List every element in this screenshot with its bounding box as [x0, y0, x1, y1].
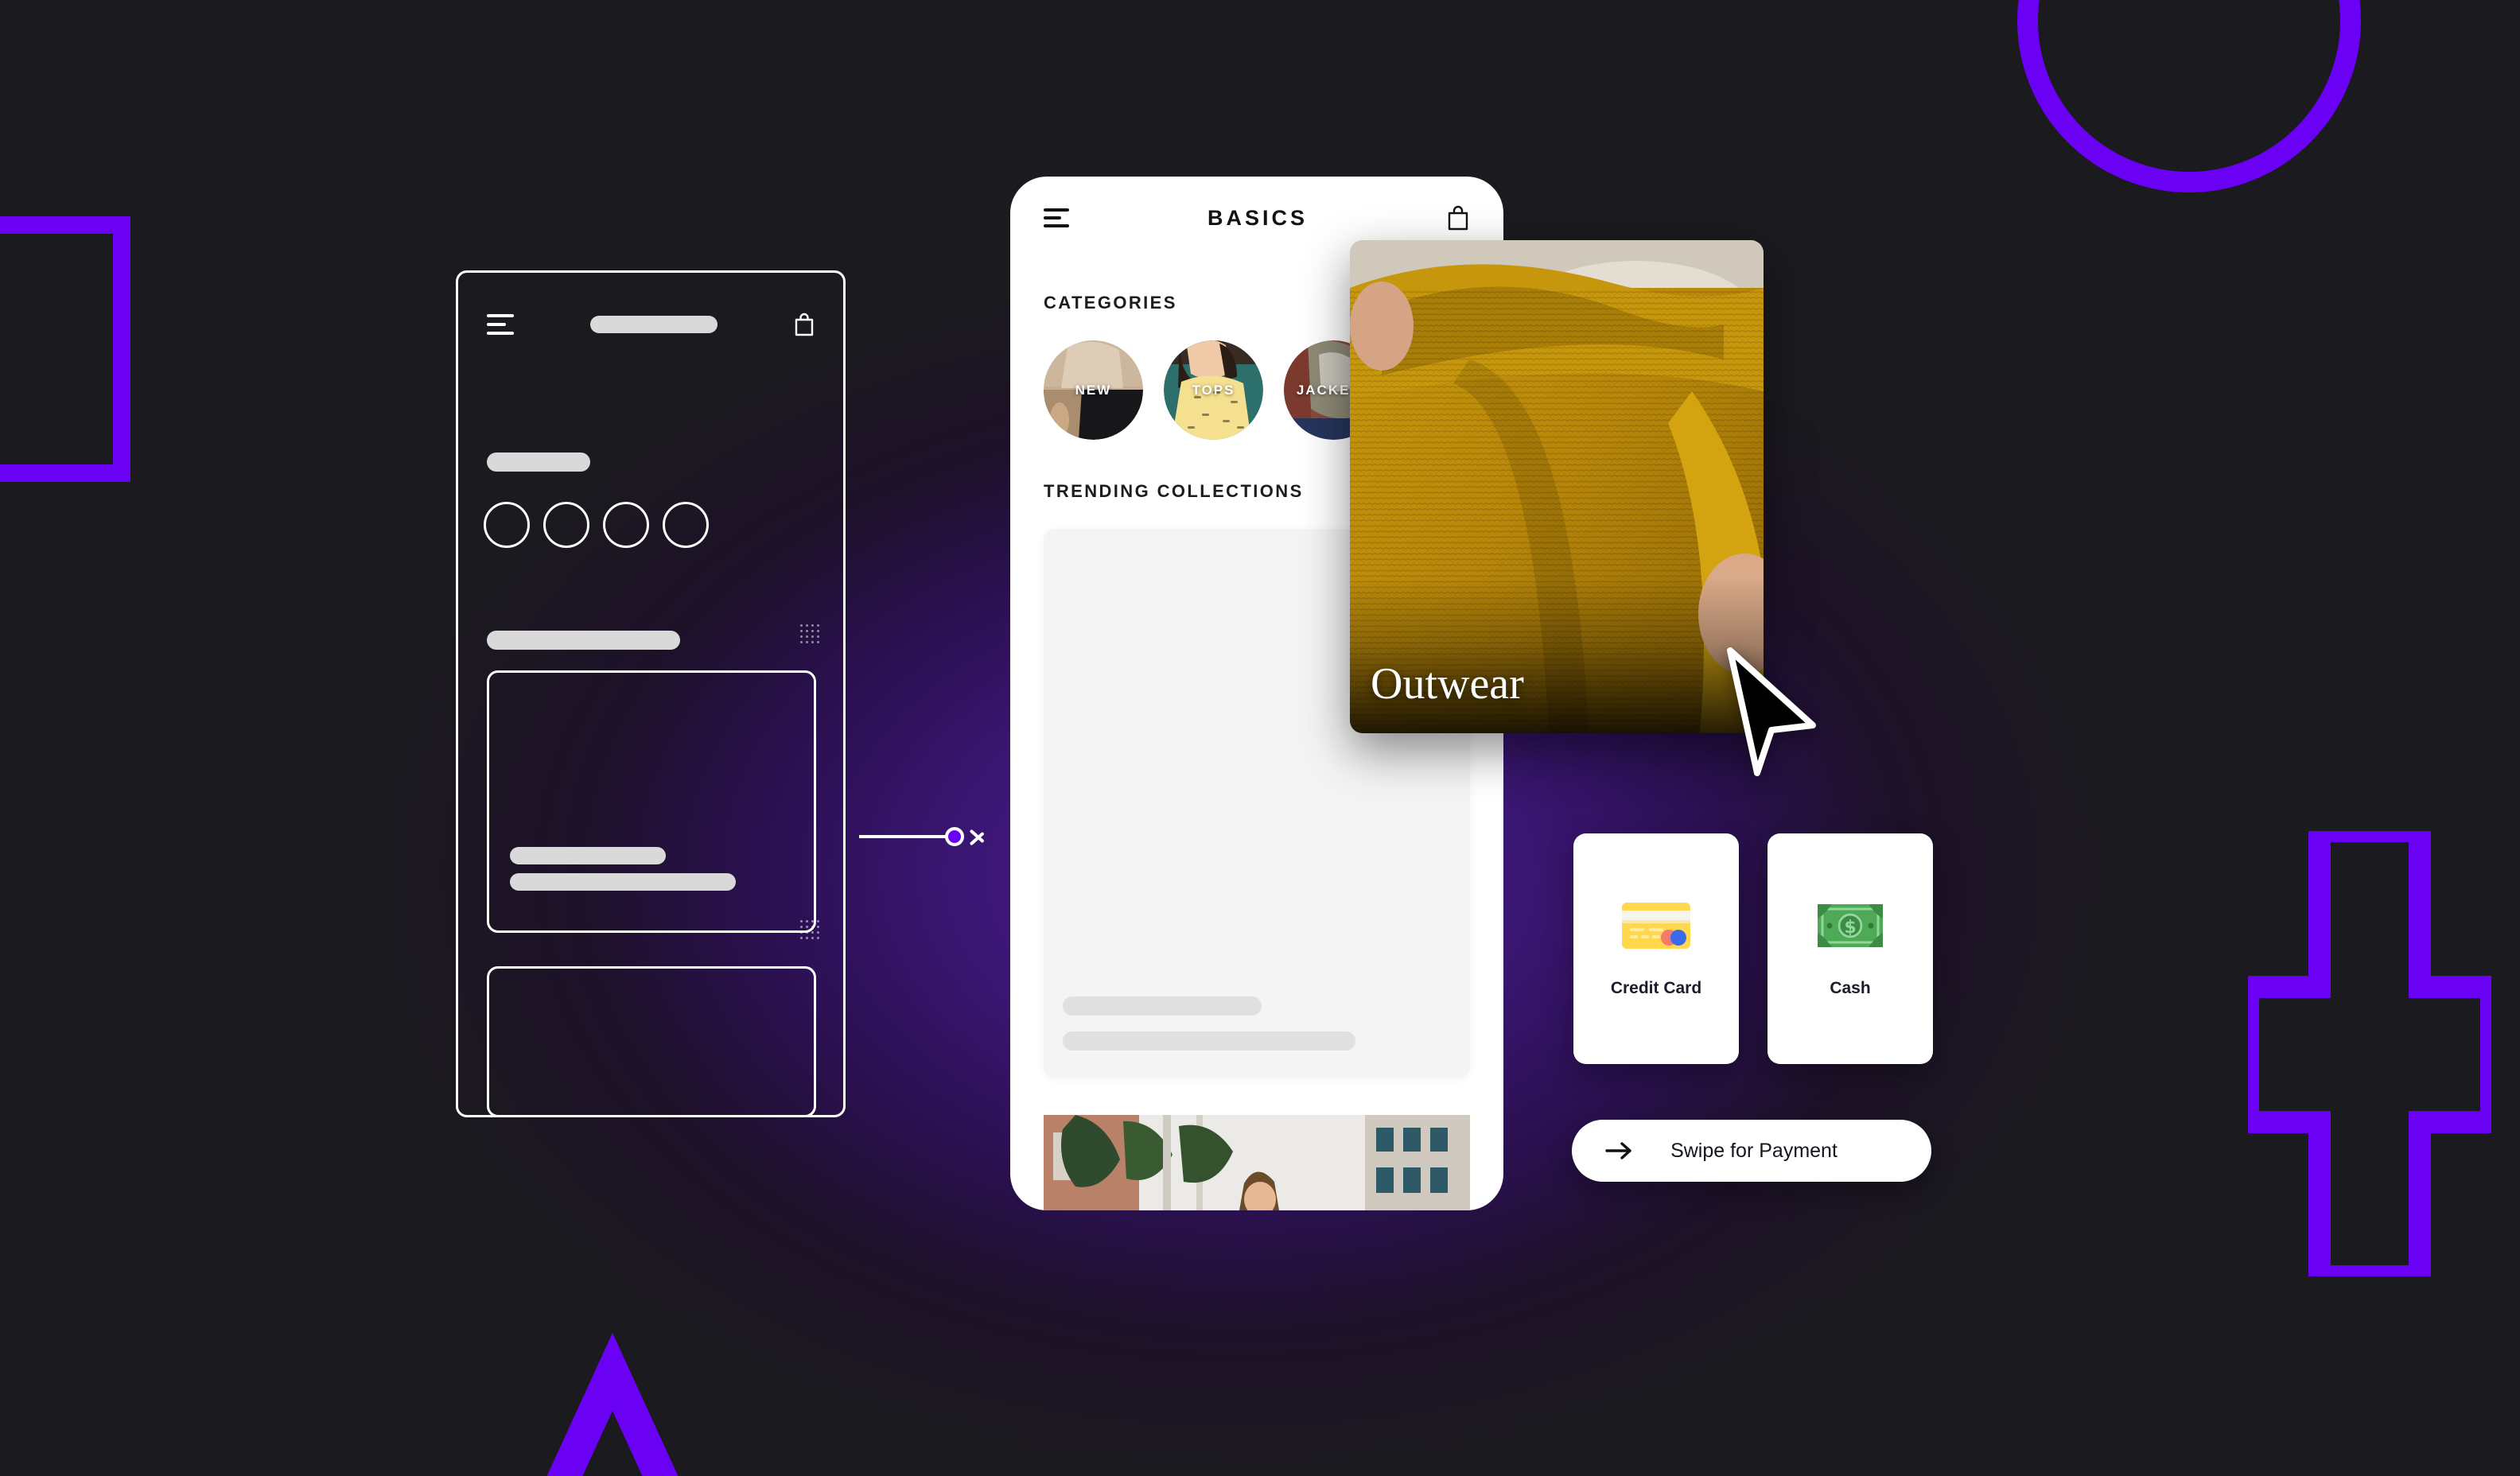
credit-card-icon — [1622, 903, 1690, 949]
payment-option-credit-card[interactable]: Credit Card — [1573, 833, 1739, 1064]
arrow-right-icon — [970, 825, 991, 846]
app-title: BASICS — [1207, 205, 1308, 230]
text-placeholder-bar — [510, 847, 666, 864]
payment-option-cash[interactable]: $ Cash — [1768, 833, 1933, 1064]
wireframe-panel — [456, 270, 846, 1117]
banknote-icon: $ — [1818, 904, 1883, 947]
connector-dot — [945, 827, 964, 846]
shopping-bag-icon[interactable] — [1446, 204, 1470, 231]
flow-connector-arrow — [859, 821, 998, 853]
wireframe-card[interactable] — [487, 966, 816, 1115]
outwear-product-card[interactable]: Outwear — [1350, 240, 1764, 733]
dot-grid-icon — [799, 623, 819, 643]
swipe-button-label: Swipe for Payment — [1670, 1139, 1838, 1162]
square-outline-icon — [0, 216, 130, 482]
category-label: TOPS — [1192, 382, 1235, 398]
street-photo — [1044, 1115, 1470, 1210]
wireframe-topbar — [458, 273, 843, 376]
swipe-for-payment-button[interactable]: Swipe for Payment — [1572, 1120, 1931, 1182]
title-placeholder-bar — [590, 316, 718, 333]
mouse-pointer-icon — [1727, 647, 1816, 776]
hamburger-icon[interactable] — [487, 314, 514, 335]
payment-option-label: Cash — [1830, 979, 1871, 997]
wireframe-circle-row — [484, 502, 709, 548]
section-placeholder-bar — [487, 453, 590, 472]
payment-option-label: Credit Card — [1610, 979, 1702, 997]
category-item-new[interactable]: NEW — [1044, 340, 1143, 440]
dot-grid-icon — [799, 919, 819, 939]
circle-arc-outline-icon — [2017, 0, 2361, 192]
canvas: BASICS CATEGORIES NEW TOPS JACKETS TREND… — [0, 0, 2520, 1476]
hamburger-icon[interactable] — [1044, 208, 1069, 227]
category-label: NEW — [1075, 382, 1112, 398]
circle-placeholder[interactable] — [663, 502, 709, 548]
arrow-right-icon — [1605, 1142, 1631, 1159]
text-placeholder-bar — [1063, 1031, 1355, 1051]
circle-placeholder[interactable] — [603, 502, 649, 548]
circle-placeholder[interactable] — [543, 502, 589, 548]
text-placeholder-bar — [510, 873, 736, 891]
category-item-tops[interactable]: TOPS — [1164, 340, 1263, 440]
outwear-label: Outwear — [1371, 659, 1524, 709]
wireframe-card[interactable] — [487, 670, 816, 933]
circle-placeholder[interactable] — [484, 502, 530, 548]
cross-outline-icon — [2248, 831, 2491, 1276]
shopping-bag-icon[interactable] — [794, 313, 815, 336]
section-placeholder-bar — [487, 631, 680, 650]
text-placeholder-bar — [1063, 996, 1262, 1016]
payment-options: Credit Card $ Cash — [1573, 833, 1933, 1064]
svg-text:$: $ — [1844, 918, 1856, 938]
chevron-outline-icon — [546, 1333, 679, 1476]
